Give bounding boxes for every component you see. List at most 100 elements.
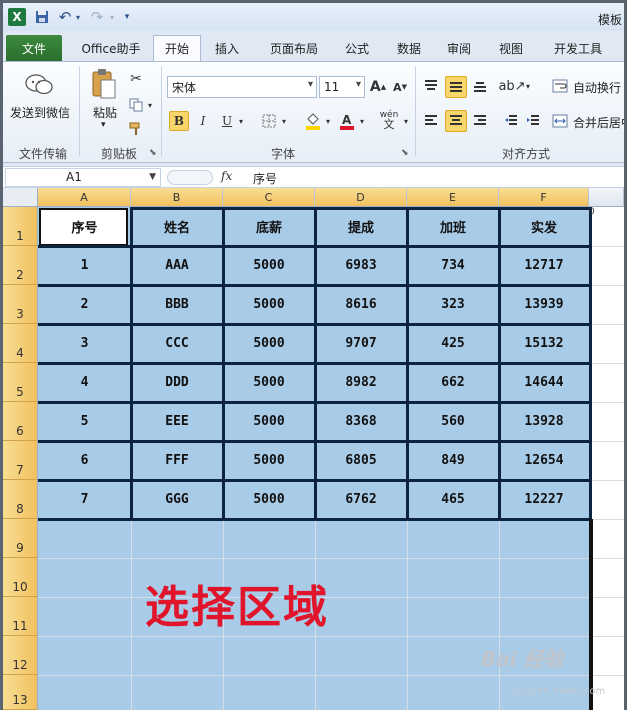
formula-bar-splitter[interactable] bbox=[167, 170, 213, 185]
header-cell-overtime[interactable]: 加班 bbox=[407, 207, 499, 246]
tab-file[interactable]: 文件 bbox=[6, 35, 62, 61]
font-name-select[interactable]: 宋体 ▾ bbox=[167, 76, 317, 98]
excel-logo-icon[interactable]: X bbox=[8, 8, 26, 26]
align-bottom-icon[interactable] bbox=[470, 76, 490, 96]
save-icon[interactable] bbox=[33, 8, 51, 26]
row-header-6[interactable]: 6 bbox=[3, 402, 38, 441]
increase-indent-icon[interactable] bbox=[523, 111, 543, 131]
table-cell[interactable]: 5000 bbox=[223, 402, 315, 441]
table-cell[interactable]: 14644 bbox=[499, 363, 589, 402]
tab-page-layout[interactable]: 页面布局 bbox=[259, 35, 329, 61]
undo-dropdown-icon[interactable]: ▾ bbox=[73, 8, 83, 26]
fill-color-dropdown-icon[interactable]: ▾ bbox=[323, 111, 333, 131]
table-cell[interactable]: 12654 bbox=[499, 441, 589, 480]
table-cell[interactable]: 5000 bbox=[223, 246, 315, 285]
tab-office-assistant[interactable]: Office助手 bbox=[71, 35, 151, 61]
table-cell[interactable]: 6762 bbox=[315, 480, 407, 519]
row-header-5[interactable]: 5 bbox=[3, 363, 38, 402]
table-cell[interactable]: CCC bbox=[131, 324, 223, 363]
cut-icon[interactable]: ✂ bbox=[127, 70, 145, 88]
tab-developer[interactable]: 开发工具 bbox=[543, 35, 613, 61]
copy-icon[interactable] bbox=[127, 96, 145, 114]
table-cell[interactable]: 465 bbox=[407, 480, 499, 519]
merge-center-button[interactable]: 合并后居中 bbox=[573, 114, 624, 131]
row-header-4[interactable]: 4 bbox=[3, 324, 38, 363]
table-cell[interactable]: 5 bbox=[38, 402, 131, 441]
border-dropdown-icon[interactable]: ▾ bbox=[279, 111, 289, 131]
paste-button[interactable]: 粘贴 bbox=[93, 104, 117, 121]
phonetic-dropdown-icon[interactable]: ▾ bbox=[401, 111, 411, 131]
table-cell[interactable]: 15132 bbox=[499, 324, 589, 363]
insert-function-icon[interactable]: fx bbox=[221, 169, 232, 183]
header-cell-name[interactable]: 姓名 bbox=[131, 207, 223, 246]
table-cell[interactable]: 9707 bbox=[315, 324, 407, 363]
table-cell[interactable]: 5000 bbox=[223, 363, 315, 402]
table-cell[interactable]: GGG bbox=[131, 480, 223, 519]
header-cell-net-pay[interactable]: 实发 bbox=[499, 207, 589, 246]
table-cell[interactable]: 5000 bbox=[223, 285, 315, 324]
table-cell[interactable]: 5000 bbox=[223, 441, 315, 480]
column-header-d[interactable]: D bbox=[315, 188, 407, 207]
header-cell-seq[interactable]: 序号 bbox=[38, 207, 131, 246]
header-cell-commission[interactable]: 提成 bbox=[315, 207, 407, 246]
underline-dropdown-icon[interactable]: ▾ bbox=[236, 111, 246, 131]
bold-button[interactable]: B bbox=[169, 111, 189, 131]
clipboard-launcher-icon[interactable]: ⬊ bbox=[149, 148, 157, 158]
table-cell[interactable]: 560 bbox=[407, 402, 499, 441]
row-header-8[interactable]: 8 bbox=[3, 480, 38, 519]
wrap-text-button[interactable]: 自动换行 bbox=[573, 79, 621, 96]
table-cell[interactable]: 13939 bbox=[499, 285, 589, 324]
table-cell[interactable]: 6 bbox=[38, 441, 131, 480]
align-right-icon[interactable] bbox=[470, 111, 490, 131]
select-all-corner[interactable] bbox=[3, 188, 38, 207]
paste-dropdown-icon[interactable]: ▾ bbox=[101, 120, 106, 130]
table-cell[interactable]: 662 bbox=[407, 363, 499, 402]
fill-color-icon[interactable] bbox=[303, 111, 323, 131]
font-size-select[interactable]: 11 ▾ bbox=[319, 76, 365, 98]
table-cell[interactable]: 6805 bbox=[315, 441, 407, 480]
table-cell[interactable]: 8616 bbox=[315, 285, 407, 324]
font-color-dropdown-icon[interactable]: ▾ bbox=[357, 111, 367, 131]
redo-dropdown-icon[interactable]: ▾ bbox=[107, 8, 117, 26]
wechat-icon[interactable] bbox=[21, 70, 57, 100]
name-box[interactable]: A1 ▼ bbox=[5, 168, 161, 187]
table-cell[interactable]: 734 bbox=[407, 246, 499, 285]
table-cell[interactable]: 13928 bbox=[499, 402, 589, 441]
row-header-2[interactable]: 2 bbox=[3, 246, 38, 285]
column-header-c[interactable]: C bbox=[223, 188, 315, 207]
row-header-12[interactable]: 12 bbox=[3, 636, 38, 675]
table-cell[interactable]: 1 bbox=[38, 246, 131, 285]
tab-review[interactable]: 审阅 bbox=[439, 35, 479, 61]
decrease-font-icon[interactable]: A ▼ bbox=[391, 76, 409, 98]
font-color-icon[interactable]: A bbox=[337, 111, 357, 131]
table-cell[interactable]: 8368 bbox=[315, 402, 407, 441]
table-cell[interactable]: 849 bbox=[407, 441, 499, 480]
table-cell[interactable]: 425 bbox=[407, 324, 499, 363]
table-cell[interactable]: FFF bbox=[131, 441, 223, 480]
column-header-e[interactable]: E bbox=[407, 188, 499, 207]
tab-view[interactable]: 视图 bbox=[491, 35, 531, 61]
table-cell[interactable]: 8982 bbox=[315, 363, 407, 402]
tab-formulas[interactable]: 公式 bbox=[337, 35, 377, 61]
column-header-g[interactable] bbox=[589, 188, 624, 207]
header-cell-base-salary[interactable]: 底薪 bbox=[223, 207, 315, 246]
row-header-1[interactable]: 1 bbox=[3, 207, 38, 246]
phonetic-guide-icon[interactable]: wén 文 bbox=[377, 108, 401, 132]
underline-button[interactable]: U bbox=[217, 111, 237, 131]
column-header-a[interactable]: A bbox=[38, 188, 131, 207]
tab-insert[interactable]: 插入 bbox=[207, 35, 247, 61]
table-cell[interactable]: 5000 bbox=[223, 324, 315, 363]
table-cell[interactable]: 3 bbox=[38, 324, 131, 363]
align-left-icon[interactable] bbox=[421, 111, 441, 131]
table-cell[interactable]: 323 bbox=[407, 285, 499, 324]
table-cell[interactable]: 12717 bbox=[499, 246, 589, 285]
table-cell[interactable]: 5000 bbox=[223, 480, 315, 519]
row-header-7[interactable]: 7 bbox=[3, 441, 38, 480]
table-cell[interactable]: BBB bbox=[131, 285, 223, 324]
paste-icon[interactable] bbox=[89, 66, 119, 102]
increase-font-icon[interactable]: A ▲ bbox=[369, 76, 387, 98]
border-icon[interactable] bbox=[259, 111, 279, 131]
font-launcher-icon[interactable]: ⬊ bbox=[401, 148, 409, 158]
merge-center-icon[interactable] bbox=[551, 111, 569, 131]
italic-button[interactable]: I bbox=[193, 111, 213, 131]
